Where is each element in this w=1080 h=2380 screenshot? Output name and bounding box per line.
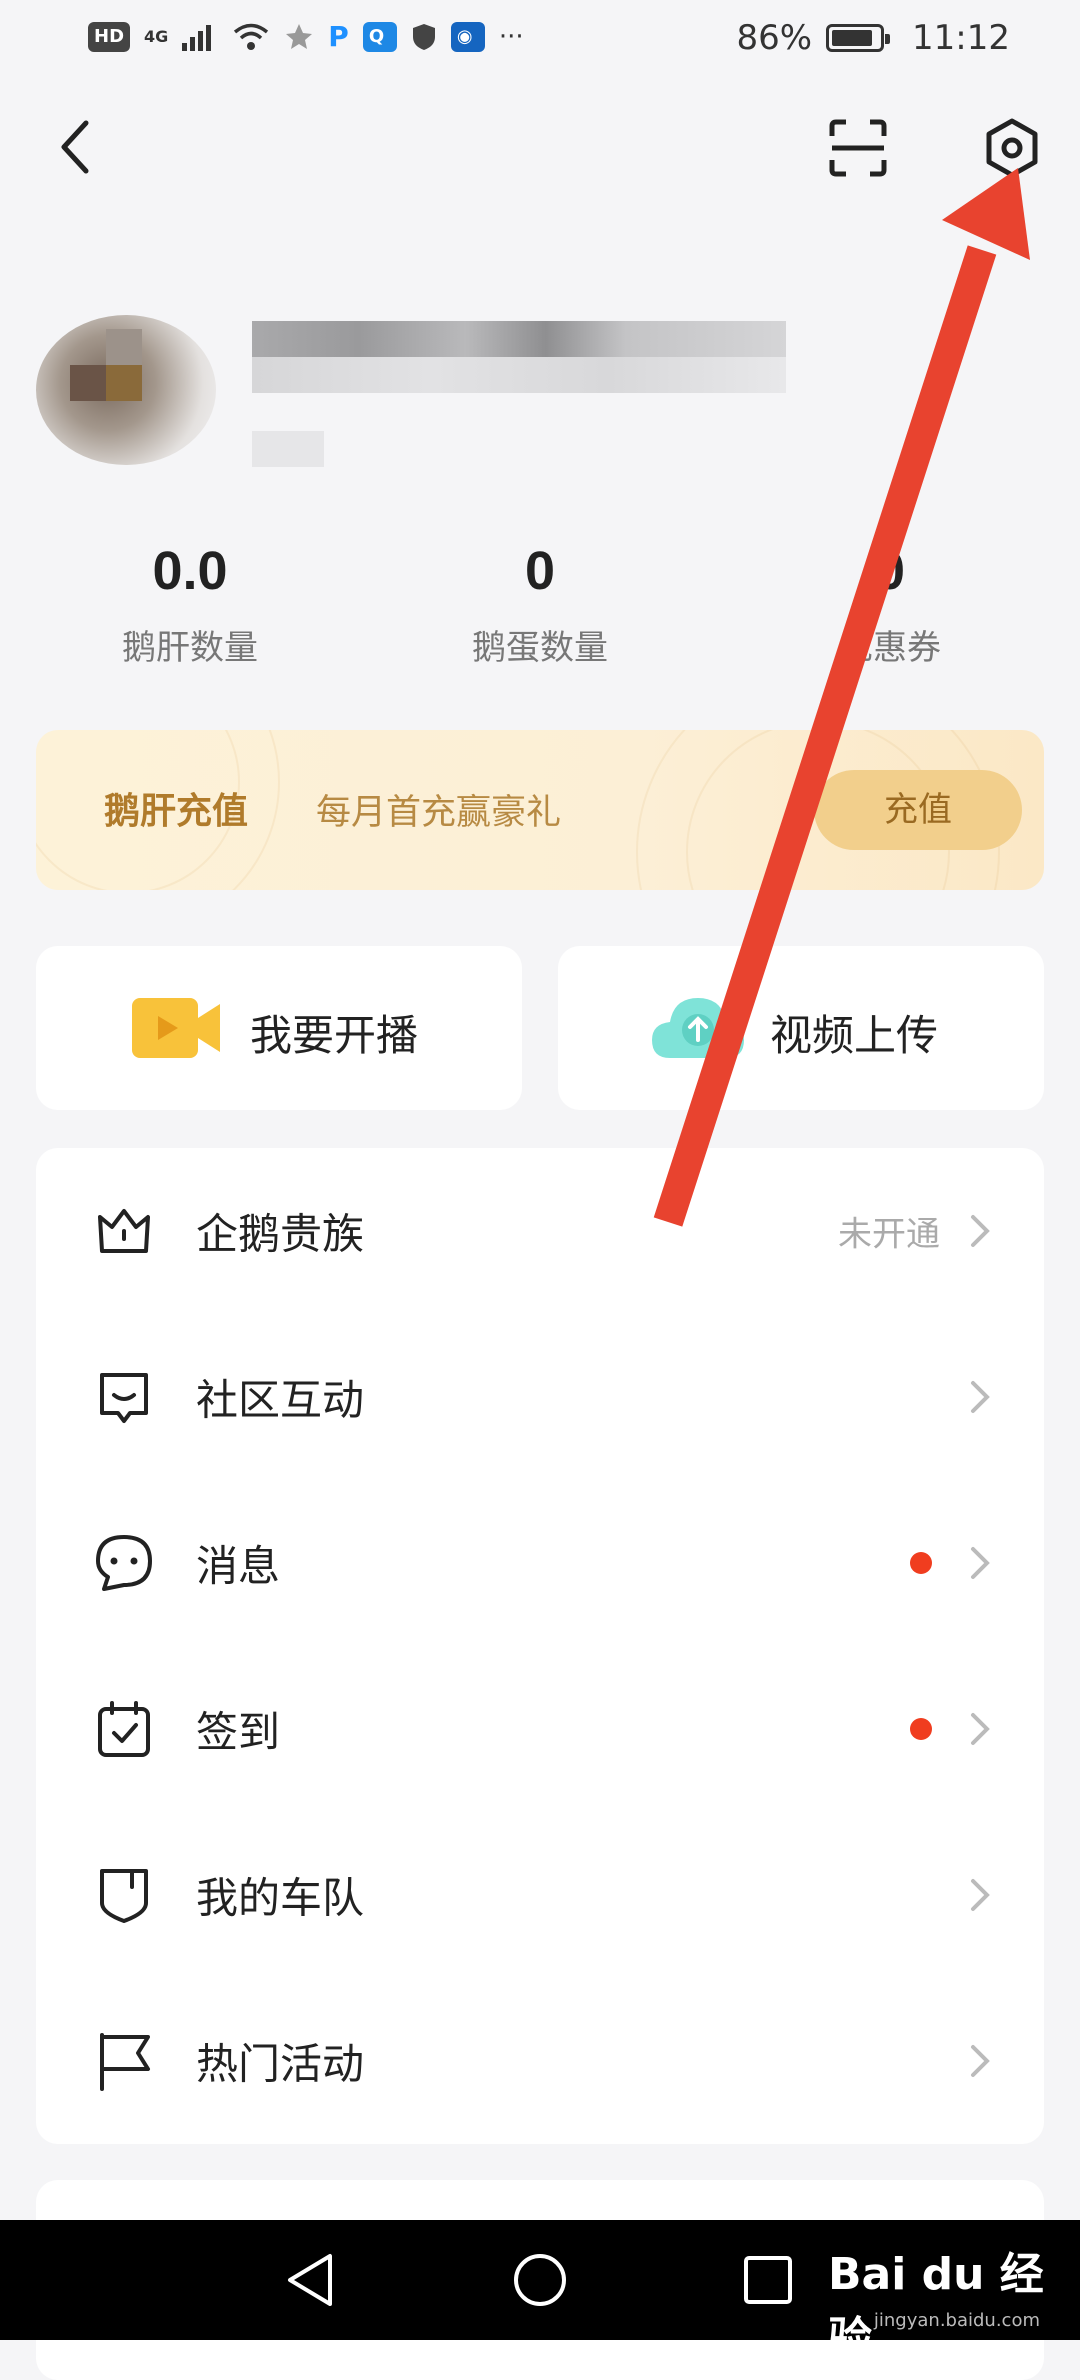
nav-recents-icon[interactable] (742, 2254, 794, 2306)
watermark-logo: Bai du 经验 (828, 2249, 1044, 2364)
watermark-url: jingyan.baidu.com (873, 2310, 1040, 2331)
annotation-arrow (653, 168, 1030, 1227)
nav-back-icon[interactable] (282, 2250, 338, 2310)
nav-home-icon[interactable] (512, 2252, 568, 2308)
